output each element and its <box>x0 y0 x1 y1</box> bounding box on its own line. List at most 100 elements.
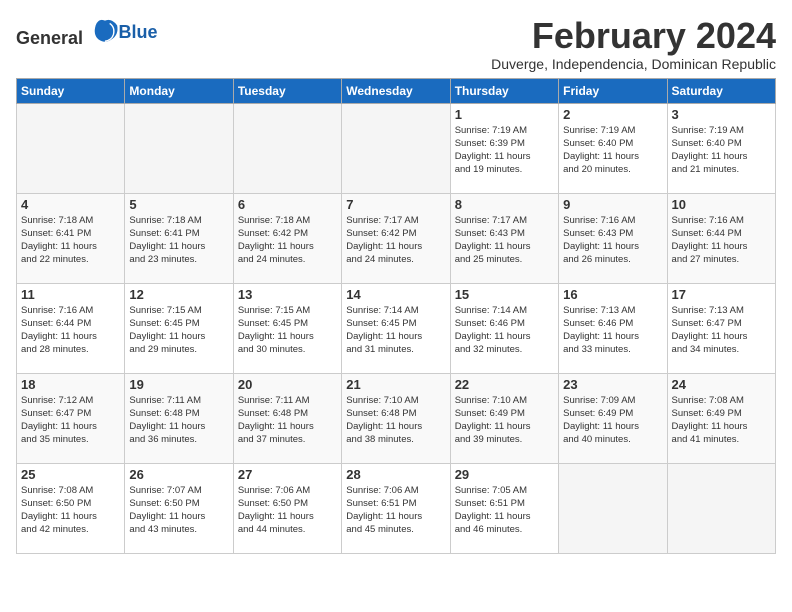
logo-icon <box>91 16 119 44</box>
table-row <box>667 463 775 553</box>
day-number: 24 <box>672 377 771 392</box>
table-row: 17Sunrise: 7:13 AM Sunset: 6:47 PM Dayli… <box>667 283 775 373</box>
header-wednesday: Wednesday <box>342 78 450 103</box>
header-friday: Friday <box>559 78 667 103</box>
day-info: Sunrise: 7:16 AM Sunset: 6:44 PM Dayligh… <box>672 214 771 267</box>
day-info: Sunrise: 7:18 AM Sunset: 6:41 PM Dayligh… <box>21 214 120 267</box>
day-number: 2 <box>563 107 662 122</box>
day-info: Sunrise: 7:11 AM Sunset: 6:48 PM Dayligh… <box>129 394 228 447</box>
day-number: 18 <box>21 377 120 392</box>
table-row: 20Sunrise: 7:11 AM Sunset: 6:48 PM Dayli… <box>233 373 341 463</box>
day-number: 17 <box>672 287 771 302</box>
day-number: 25 <box>21 467 120 482</box>
table-row: 27 Sunrise: 7:06 AM Sunset: 6:50 PM Dayli… <box>233 463 341 553</box>
day-info: Sunrise: 7:17 AM Sunset: 6:42 PM Dayligh… <box>346 214 445 267</box>
title-area: February 2024 Duverge, Independencia, Do… <box>491 16 776 72</box>
table-row <box>559 463 667 553</box>
day-info: Sunrise: 7:13 AM Sunset: 6:46 PM Dayligh… <box>563 304 662 357</box>
day-number: 16 <box>563 287 662 302</box>
day-info: Sunrise: 7:19 AM Sunset: 6:40 PM Dayligh… <box>672 124 771 177</box>
day-number: 9 <box>563 197 662 212</box>
day-number: 19 <box>129 377 228 392</box>
day-number: 29 <box>455 467 554 482</box>
table-row: 11 Sunrise: 7:16 AM Sunset: 6:44 PM Dayli… <box>17 283 125 373</box>
table-row: 3Sunrise: 7:19 AM Sunset: 6:40 PM Daylig… <box>667 103 775 193</box>
table-row: 8Sunrise: 7:17 AM Sunset: 6:43 PM Daylig… <box>450 193 558 283</box>
day-number: 14 <box>346 287 445 302</box>
header-thursday: Thursday <box>450 78 558 103</box>
table-row <box>342 103 450 193</box>
day-info: Sunrise: 7:18 AM Sunset: 6:42 PM Dayligh… <box>238 214 337 267</box>
day-number: 5 <box>129 197 228 212</box>
day-number: 15 <box>455 287 554 302</box>
day-number: 28 <box>346 467 445 482</box>
calendar-header: SundayMondayTuesdayWednesdayThursdayFrid… <box>17 78 776 103</box>
logo-general: General <box>16 28 83 48</box>
header-monday: Monday <box>125 78 233 103</box>
header-row: SundayMondayTuesdayWednesdayThursdayFrid… <box>17 78 776 103</box>
calendar-table: SundayMondayTuesdayWednesdayThursdayFrid… <box>16 78 776 554</box>
week-row-4: 18 Sunrise: 7:12 AM Sunset: 6:47 PM Dayli… <box>17 373 776 463</box>
header-saturday: Saturday <box>667 78 775 103</box>
day-number: 6 <box>238 197 337 212</box>
day-number: 21 <box>346 377 445 392</box>
day-info: Sunrise: 7:19 AM Sunset: 6:39 PM Dayligh… <box>455 124 554 177</box>
day-info: Sunrise: 7:12 AM Sunset: 6:47 PM Dayligh… <box>21 394 120 447</box>
table-row: 25 Sunrise: 7:08 AM Sunset: 6:50 PM Dayli… <box>17 463 125 553</box>
day-number: 8 <box>455 197 554 212</box>
table-row: 14 Sunrise: 7:14 AM Sunset: 6:45 PM Dayli… <box>342 283 450 373</box>
logo: General Blue <box>16 16 158 49</box>
location-subtitle: Duverge, Independencia, Dominican Republ… <box>491 56 776 72</box>
day-info: Sunrise: 7:10 AM Sunset: 6:48 PM Dayligh… <box>346 394 445 447</box>
day-info: Sunrise: 7:14 AM Sunset: 6:45 PM Dayligh… <box>346 304 445 357</box>
table-row <box>17 103 125 193</box>
table-row: 9 Sunrise: 7:16 AM Sunset: 6:43 PM Daylig… <box>559 193 667 283</box>
day-info: Sunrise: 7:10 AM Sunset: 6:49 PM Dayligh… <box>455 394 554 447</box>
day-info: Sunrise: 7:18 AM Sunset: 6:41 PM Dayligh… <box>129 214 228 267</box>
table-row: 24 Sunrise: 7:08 AM Sunset: 6:49 PM Dayli… <box>667 373 775 463</box>
month-title: February 2024 <box>491 16 776 56</box>
day-info: Sunrise: 7:07 AM Sunset: 6:50 PM Dayligh… <box>129 484 228 537</box>
day-number: 27 <box>238 467 337 482</box>
day-number: 12 <box>129 287 228 302</box>
day-number: 22 <box>455 377 554 392</box>
day-info: Sunrise: 7:09 AM Sunset: 6:49 PM Dayligh… <box>563 394 662 447</box>
table-row: 29Sunrise: 7:05 AM Sunset: 6:51 PM Dayli… <box>450 463 558 553</box>
table-row: 15 Sunrise: 7:14 AM Sunset: 6:46 PM Dayli… <box>450 283 558 373</box>
calendar-body: 1 Sunrise: 7:19 AM Sunset: 6:39 PM Daylig… <box>17 103 776 553</box>
header-area: General Blue February 2024 Duverge, Inde… <box>16 16 776 72</box>
week-row-3: 11 Sunrise: 7:16 AM Sunset: 6:44 PM Dayli… <box>17 283 776 373</box>
week-row-1: 1 Sunrise: 7:19 AM Sunset: 6:39 PM Daylig… <box>17 103 776 193</box>
table-row: 6 Sunrise: 7:18 AM Sunset: 6:42 PM Daylig… <box>233 193 341 283</box>
day-number: 23 <box>563 377 662 392</box>
day-info: Sunrise: 7:16 AM Sunset: 6:44 PM Dayligh… <box>21 304 120 357</box>
week-row-2: 4 Sunrise: 7:18 AM Sunset: 6:41 PM Daylig… <box>17 193 776 283</box>
day-info: Sunrise: 7:06 AM Sunset: 6:50 PM Dayligh… <box>238 484 337 537</box>
table-row: 1 Sunrise: 7:19 AM Sunset: 6:39 PM Daylig… <box>450 103 558 193</box>
day-info: Sunrise: 7:14 AM Sunset: 6:46 PM Dayligh… <box>455 304 554 357</box>
table-row: 21 Sunrise: 7:10 AM Sunset: 6:48 PM Dayli… <box>342 373 450 463</box>
header-sunday: Sunday <box>17 78 125 103</box>
day-number: 26 <box>129 467 228 482</box>
header-tuesday: Tuesday <box>233 78 341 103</box>
logo-blue: Blue <box>119 22 158 42</box>
table-row: 28 Sunrise: 7:06 AM Sunset: 6:51 PM Dayli… <box>342 463 450 553</box>
table-row <box>233 103 341 193</box>
table-row: 10 Sunrise: 7:16 AM Sunset: 6:44 PM Dayli… <box>667 193 775 283</box>
day-number: 10 <box>672 197 771 212</box>
day-info: Sunrise: 7:16 AM Sunset: 6:43 PM Dayligh… <box>563 214 662 267</box>
day-info: Sunrise: 7:08 AM Sunset: 6:50 PM Dayligh… <box>21 484 120 537</box>
table-row: 2Sunrise: 7:19 AM Sunset: 6:40 PM Daylig… <box>559 103 667 193</box>
day-number: 1 <box>455 107 554 122</box>
day-number: 20 <box>238 377 337 392</box>
day-number: 11 <box>21 287 120 302</box>
table-row: 12Sunrise: 7:15 AM Sunset: 6:45 PM Dayli… <box>125 283 233 373</box>
day-info: Sunrise: 7:06 AM Sunset: 6:51 PM Dayligh… <box>346 484 445 537</box>
day-info: Sunrise: 7:08 AM Sunset: 6:49 PM Dayligh… <box>672 394 771 447</box>
table-row: 13Sunrise: 7:15 AM Sunset: 6:45 PM Dayli… <box>233 283 341 373</box>
day-number: 4 <box>21 197 120 212</box>
table-row: 19 Sunrise: 7:11 AM Sunset: 6:48 PM Dayli… <box>125 373 233 463</box>
table-row: 26 Sunrise: 7:07 AM Sunset: 6:50 PM Dayli… <box>125 463 233 553</box>
table-row: 23 Sunrise: 7:09 AM Sunset: 6:49 PM Dayli… <box>559 373 667 463</box>
day-number: 7 <box>346 197 445 212</box>
